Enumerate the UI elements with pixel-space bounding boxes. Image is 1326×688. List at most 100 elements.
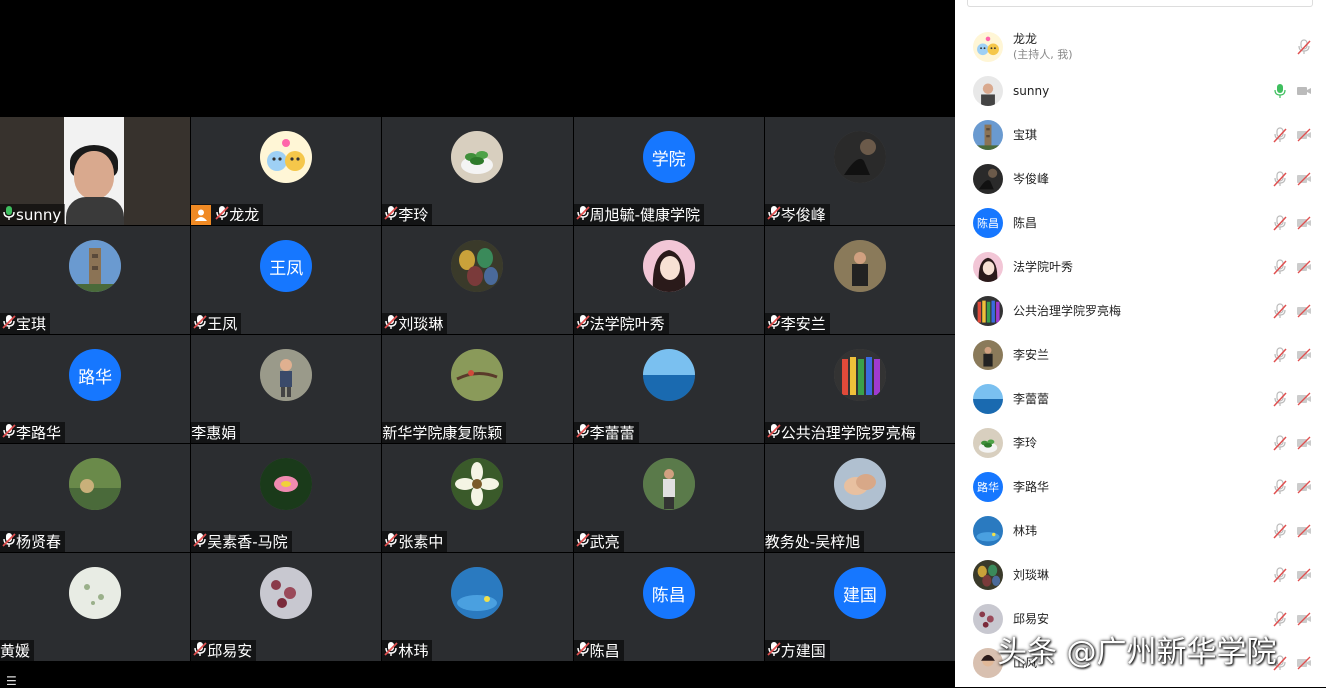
video-tile[interactable]: 李安兰 xyxy=(764,226,955,334)
participant-list-item[interactable]: 李安兰 xyxy=(955,333,1326,377)
camera-off-icon[interactable] xyxy=(1296,259,1312,279)
participant-name: 李安兰 xyxy=(780,315,826,333)
camera-off-icon[interactable] xyxy=(1296,127,1312,147)
participant-controls xyxy=(1272,391,1312,411)
camera-off-icon[interactable] xyxy=(1296,655,1312,675)
avatar xyxy=(642,349,695,401)
camera-off-icon[interactable] xyxy=(1296,479,1312,499)
mic-muted-icon[interactable] xyxy=(1272,391,1288,411)
participant-list-item[interactable]: 宝琪 xyxy=(955,113,1326,157)
participant-name: 黄媛 xyxy=(0,642,31,660)
video-tile[interactable]: 宝琪 xyxy=(0,226,191,334)
video-tile[interactable]: 新华学院康复陈颖 xyxy=(382,335,573,443)
mic-icon[interactable] xyxy=(1272,83,1288,103)
name-label-bar: 龙龙 xyxy=(191,204,264,225)
mic-muted-icon[interactable] xyxy=(1272,303,1288,323)
participant-list-item[interactable]: 公共治理学院罗亮梅 xyxy=(955,289,1326,333)
participant-list: 龙龙 (主持人, 我) sunny 宝琪 岑俊峰 陈昌 陈昌法学院叶秀公共治理学院罗亮梅 李安… xyxy=(955,25,1326,685)
video-tile[interactable]: 黄媛 xyxy=(0,553,191,661)
video-tile[interactable]: 王凤 王凤 xyxy=(191,226,382,334)
mic-muted-icon[interactable] xyxy=(1272,215,1288,235)
avatar xyxy=(833,458,886,510)
mic-muted-icon[interactable] xyxy=(1296,39,1312,59)
camera-off-icon[interactable] xyxy=(1296,347,1312,367)
mic-muted-icon[interactable] xyxy=(1272,479,1288,499)
host-badge-icon xyxy=(191,204,212,225)
video-tile[interactable]: 建国 方建国 xyxy=(764,553,955,661)
participant-name-block: sunny xyxy=(1013,84,1049,99)
participant-list-item[interactable]: 法学院叶秀 xyxy=(955,245,1326,289)
camera-off-icon[interactable] xyxy=(1296,611,1312,631)
mic-muted-icon xyxy=(213,205,229,225)
avatar xyxy=(973,252,1003,282)
participant-name: 陈昌 xyxy=(1013,215,1038,230)
video-tile[interactable]: 路华 李路华 xyxy=(0,335,191,443)
video-tile[interactable]: 李惠娟 xyxy=(191,335,382,443)
avatar xyxy=(973,296,1003,326)
name-label-bar: 武亮 xyxy=(573,531,624,552)
mic-muted-icon xyxy=(574,532,590,552)
video-tile[interactable]: 李蕾蕾 xyxy=(573,335,764,443)
camera-off-icon[interactable] xyxy=(1296,523,1312,543)
video-tile[interactable]: 公共治理学院罗亮梅 xyxy=(764,335,955,443)
participant-name: 林玮 xyxy=(398,642,429,660)
participant-list-item[interactable]: 刘琰琳 xyxy=(955,553,1326,597)
video-tile[interactable]: 邱易安 xyxy=(191,553,382,661)
video-tile[interactable]: 教务处-吴梓旭 xyxy=(764,444,955,552)
mic-muted-icon xyxy=(574,641,590,661)
name-label-bar: 方建国 xyxy=(764,640,830,661)
mic-muted-icon[interactable] xyxy=(1272,435,1288,455)
video-tile[interactable]: 刘琰琳 xyxy=(382,226,573,334)
participant-list-item[interactable]: 李蕾蕾 xyxy=(955,377,1326,421)
avatar: 王凤 xyxy=(260,240,313,292)
video-tile[interactable]: 张素中 xyxy=(382,444,573,552)
participant-list-item[interactable]: 龙龙 (主持人, 我) xyxy=(955,25,1326,69)
participant-list-item[interactable]: 林玮 xyxy=(955,509,1326,553)
camera-off-icon[interactable] xyxy=(1296,303,1312,323)
name-label-bar: 李玲 xyxy=(382,204,433,225)
participant-list-item[interactable]: 路华 李路华 xyxy=(955,465,1326,509)
camera-icon[interactable] xyxy=(1296,83,1312,103)
participant-name: 周旭毓-健康学院 xyxy=(589,206,701,224)
camera-off-icon[interactable] xyxy=(1296,567,1312,587)
camera-off-icon[interactable] xyxy=(1296,435,1312,455)
search-input[interactable] xyxy=(967,0,1313,7)
video-tile[interactable]: 杨贤春 xyxy=(0,444,191,552)
participant-name-block: 法学院叶秀 xyxy=(1013,260,1073,275)
video-tile[interactable]: 陈昌 陈昌 xyxy=(573,553,764,661)
name-label-bar: 陈昌 xyxy=(573,640,624,661)
video-tile[interactable]: 岑俊峰 xyxy=(764,117,955,225)
video-tile[interactable]: 吴素香-马院 xyxy=(191,444,382,552)
video-tile[interactable]: sunny xyxy=(0,117,191,225)
list-icon[interactable]: ☰ xyxy=(6,674,28,688)
mic-muted-icon[interactable] xyxy=(1272,347,1288,367)
mic-muted-icon[interactable] xyxy=(1272,127,1288,147)
participant-name: 法学院叶秀 xyxy=(1013,259,1074,274)
video-tile[interactable]: 李玲 xyxy=(382,117,573,225)
participant-name: 公共治理学院罗亮梅 xyxy=(780,424,916,442)
mic-muted-icon[interactable] xyxy=(1272,523,1288,543)
mic-muted-icon[interactable] xyxy=(1272,567,1288,587)
mic-muted-icon xyxy=(765,423,781,443)
mic-muted-icon[interactable] xyxy=(1272,171,1288,191)
participant-controls xyxy=(1272,127,1312,147)
video-tile[interactable]: 学院 周旭毓-健康学院 xyxy=(573,117,764,225)
participant-name-block: 林玮 xyxy=(1013,524,1037,539)
participant-list-item[interactable]: 岑俊峰 xyxy=(955,157,1326,201)
participant-name-block: 陈昌 xyxy=(1013,216,1037,231)
mic-muted-icon[interactable] xyxy=(1272,259,1288,279)
participant-name-block: 邱易安 xyxy=(1013,612,1049,627)
participant-list-item[interactable]: 李玲 xyxy=(955,421,1326,465)
video-tile[interactable]: 武亮 xyxy=(573,444,764,552)
camera-off-icon[interactable] xyxy=(1296,391,1312,411)
video-tile[interactable]: 龙龙 xyxy=(191,117,382,225)
participant-list-item[interactable]: 陈昌 陈昌 xyxy=(955,201,1326,245)
participant-list-item[interactable]: sunny xyxy=(955,69,1326,113)
avatar xyxy=(642,240,695,292)
video-tile[interactable]: 法学院叶秀 xyxy=(573,226,764,334)
video-tile[interactable]: 林玮 xyxy=(382,553,573,661)
name-label-bar: 李蕾蕾 xyxy=(573,422,639,443)
camera-off-icon[interactable] xyxy=(1296,171,1312,191)
camera-off-icon[interactable] xyxy=(1296,215,1312,235)
participant-name: 林玮 xyxy=(1013,523,1038,538)
